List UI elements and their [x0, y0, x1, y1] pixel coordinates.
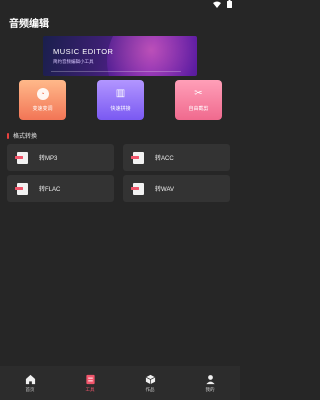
feature-speed-pitch-button[interactable]: ◔ 变速变调 — [19, 80, 66, 120]
feature-splice-button[interactable]: ▥ 快速拼接 — [97, 80, 144, 120]
banner-title: MUSIC EDITOR — [53, 47, 114, 56]
feature-label: 自由截剪 — [188, 106, 209, 112]
section-accent-bar — [7, 132, 9, 139]
convert-label: 转FLAC — [39, 187, 61, 193]
convert-mp3-button[interactable]: 转MP3 — [7, 144, 114, 171]
audio-file-icon — [15, 151, 28, 164]
section-header: 格式转换 — [7, 131, 37, 140]
nav-label: 首页 — [25, 386, 35, 392]
banner[interactable]: MUSIC EDITOR 简约音频编辑小工具 — [43, 36, 197, 76]
nav-item-works[interactable]: 作品 — [120, 366, 180, 400]
section-title: 格式转换 — [13, 134, 38, 140]
audio-file-icon — [131, 182, 144, 195]
convert-acc-button[interactable]: 转ACC — [123, 144, 230, 171]
nav-label: 工具 — [85, 386, 95, 392]
convert-label: 转ACC — [155, 156, 174, 162]
cut-icon: ✂ — [194, 88, 203, 99]
convert-flac-button[interactable]: 转FLAC — [7, 175, 114, 202]
profile-icon — [205, 374, 215, 384]
convert-label: 转WAV — [155, 187, 174, 193]
convert-label: 转MP3 — [39, 156, 58, 162]
convert-wav-button[interactable]: 转WAV — [123, 175, 230, 202]
battery-icon — [227, 0, 232, 8]
feature-label: 变速变调 — [32, 106, 53, 112]
speed-dial-icon: ◔ — [36, 88, 49, 100]
audio-file-icon — [131, 151, 144, 164]
page-title: 音频编辑 — [9, 19, 49, 30]
feature-cut-button[interactable]: ✂ 自由截剪 — [175, 80, 222, 120]
works-icon — [145, 374, 155, 384]
home-icon — [25, 374, 35, 384]
status-bar — [0, 0, 240, 10]
nav-item-profile[interactable]: 我的 — [180, 366, 240, 400]
splice-icon: ▥ — [115, 88, 126, 99]
feature-label: 快速拼接 — [110, 106, 131, 112]
bottom-nav: 首页 工具 作品 我的 — [0, 366, 240, 400]
nav-item-tools[interactable]: 工具 — [60, 366, 120, 400]
nav-item-home[interactable]: 首页 — [0, 366, 60, 400]
wifi-icon — [213, 1, 221, 8]
banner-subtitle: 简约音频编辑小工具 — [53, 59, 94, 64]
nav-label: 作品 — [145, 386, 155, 392]
audio-file-icon — [15, 182, 28, 195]
status-icons — [213, 0, 232, 8]
nav-label: 我的 — [205, 386, 215, 392]
tools-icon — [85, 374, 95, 384]
